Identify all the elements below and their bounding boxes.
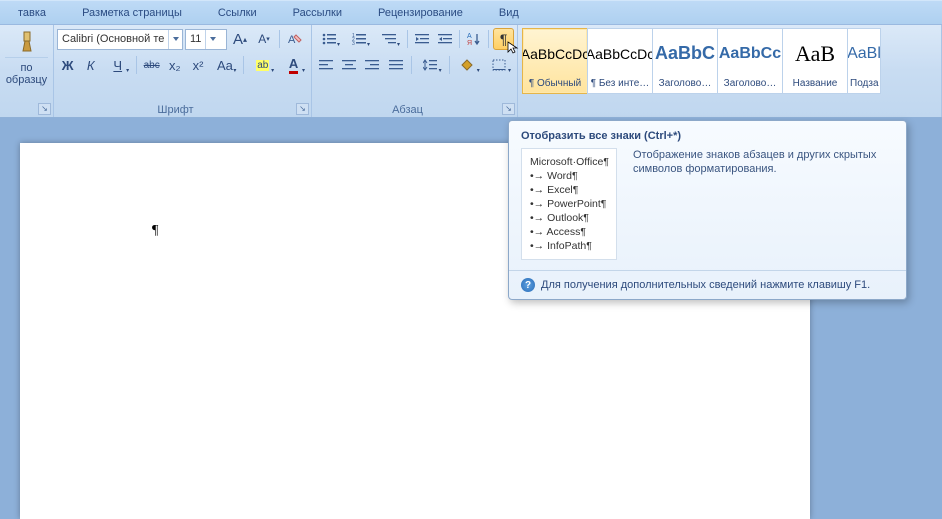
bold-icon[interactable]: Ж [57,54,78,76]
help-icon: ? [521,278,535,292]
svg-text:A: A [467,33,472,40]
increase-indent-icon[interactable] [434,28,455,50]
tooltip-sample-line: •→ Excel¶ [530,183,608,197]
tab-review[interactable]: Рецензирование [360,1,481,24]
change-case-icon[interactable]: Aa▾ [211,54,240,76]
ribbon: пообразцу ↘ Calibri (Основной те 11 A▴ A… [0,25,942,118]
tab-insert[interactable]: тавка [0,1,64,24]
paragraph-group-label: Абзац [312,104,503,116]
clear-formatting-icon[interactable]: A [284,28,306,50]
tooltip-sample-line: •→ InfoPath¶ [530,239,608,253]
tooltip-preview: Microsoft·Office¶ •→ Word¶ •→ Excel¶ •→ … [521,148,617,260]
superscript-icon[interactable]: x² [187,54,208,76]
grow-font-icon[interactable]: A▴ [229,28,251,50]
show-hide-marks-button[interactable]: ¶ [493,28,514,50]
line-spacing-icon[interactable]: ▾ [416,54,445,76]
group-clipboard: пообразцу ↘ [0,25,54,117]
svg-text:3: 3 [352,41,355,45]
clipboard-launcher-icon[interactable]: ↘ [38,103,51,115]
style-item-1[interactable]: AaBbCcDc¶ Без инте… [587,28,653,94]
tab-pagelayout[interactable]: Разметка страницы [64,1,200,24]
tooltip-sample-line: •→ PowerPoint¶ [530,197,608,211]
group-paragraph: ▾ 123▾ ▾ AЯ ¶ ▾ ▾ ▾ Абзац ↘ [312,25,518,117]
font-launcher-icon[interactable]: ↘ [296,103,309,115]
tab-mailings[interactable]: Рассылки [275,1,360,24]
tooltip-title: Отобразить все знаки (Ctrl+*) [509,121,906,148]
group-font: Calibri (Основной те 11 A▴ A▾ A Ж К Ч▾ a… [54,25,312,117]
multilevel-list-icon[interactable]: ▾ [375,28,403,50]
group-styles: AaBbCcDc¶ ОбычныйAaBbCcDc¶ Без инте…AaBb… [518,25,942,117]
align-left-icon[interactable] [315,54,336,76]
style-item-2[interactable]: AaBbCЗаголово… [652,28,718,94]
format-painter-icon[interactable] [14,31,40,53]
highlight-icon[interactable]: ab▾ [248,54,277,76]
ribbon-tabs: тавка Разметка страницы Ссылки Рассылки … [0,0,942,25]
shading-icon[interactable]: ▾ [454,54,483,76]
style-item-5[interactable]: AaBlПодза [847,28,881,94]
tooltip-sample-line: •→ Outlook¶ [530,211,608,225]
paragraph-launcher-icon[interactable]: ↘ [502,103,515,115]
font-color-icon[interactable]: A▾ [279,54,308,76]
tab-view[interactable]: Вид [481,1,537,24]
style-item-0[interactable]: AaBbCcDc¶ Обычный [522,28,588,94]
numbering-icon[interactable]: 123▾ [345,28,373,50]
underline-icon[interactable]: Ч▾ [103,54,132,76]
bullets-icon[interactable]: ▾ [315,28,343,50]
svg-text:Я: Я [467,40,472,46]
font-size-combo[interactable]: 11 [185,29,227,50]
decrease-indent-icon[interactable] [412,28,433,50]
format-painter-label: пообразцу [6,62,47,86]
tooltip-footer-text: Для получения дополнительных сведений на… [541,279,870,291]
tooltip-sample-line: •→ Access¶ [530,225,608,239]
sort-icon[interactable]: AЯ [464,28,485,50]
font-group-label: Шрифт [54,104,297,116]
tooltip-sample-line: •→ Word¶ [530,169,608,183]
style-item-3[interactable]: AaBbCcЗаголово… [717,28,783,94]
strike-icon[interactable]: abc [141,54,162,76]
justify-icon[interactable] [385,54,406,76]
style-item-4[interactable]: АаВНазвание [782,28,848,94]
align-center-icon[interactable] [338,54,359,76]
tooltip-supertip: Отобразить все знаки (Ctrl+*) Microsoft·… [508,120,907,300]
tab-references[interactable]: Ссылки [200,1,275,24]
paragraph-mark-icon: ¶ [152,223,158,238]
tooltip-description: Отображение знаков абзацев и других скры… [633,148,894,260]
font-name-combo[interactable]: Calibri (Основной те [57,29,183,50]
style-gallery[interactable]: AaBbCcDc¶ ОбычныйAaBbCcDc¶ Без инте…AaBb… [522,28,938,94]
subscript-icon[interactable]: x₂ [164,54,185,76]
shrink-font-icon[interactable]: A▾ [253,28,275,50]
borders-icon[interactable]: ▾ [485,54,514,76]
italic-icon[interactable]: К [80,54,101,76]
align-right-icon[interactable] [362,54,383,76]
